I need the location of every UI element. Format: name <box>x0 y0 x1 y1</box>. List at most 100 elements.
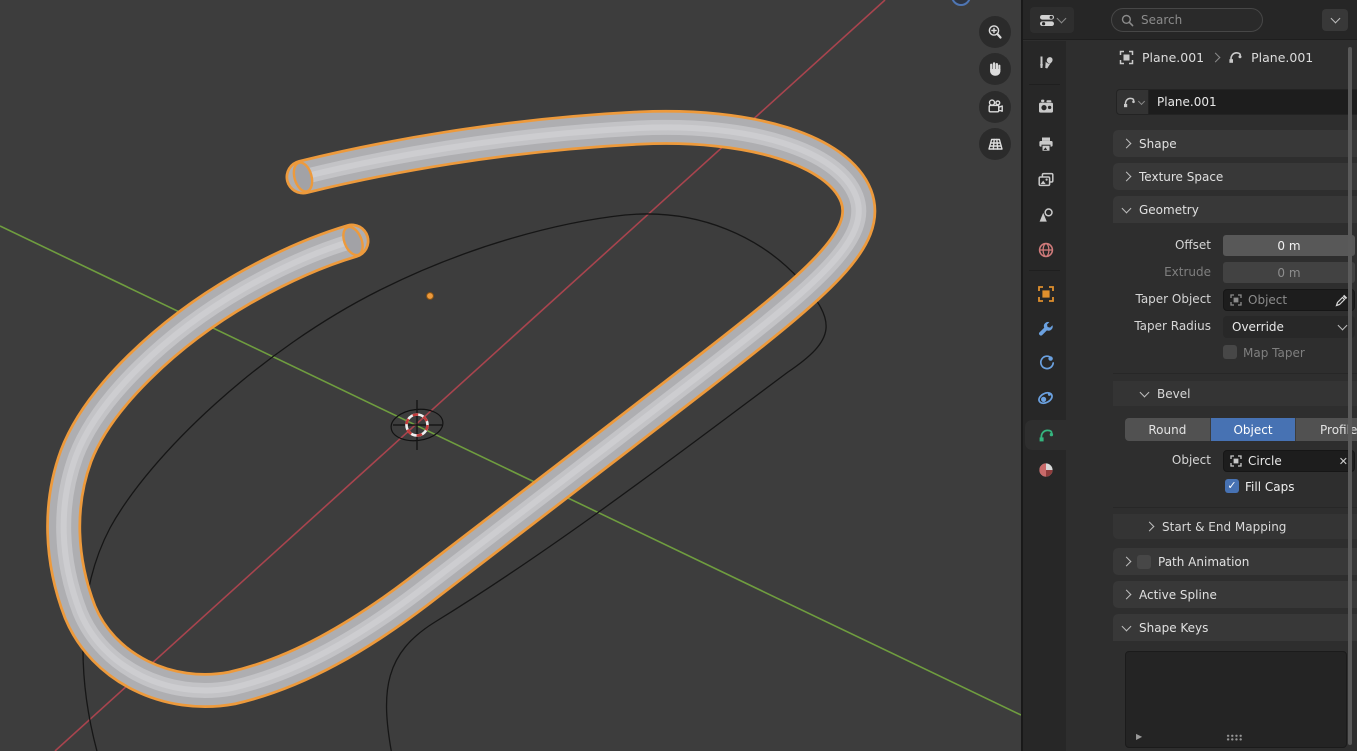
separator <box>1113 507 1357 508</box>
taper-radius-row: Taper Radius Override <box>1066 316 1354 338</box>
taper-object-label: Taper Object <box>1113 292 1211 306</box>
id-name-row: Plane.001 <box>1066 89 1354 115</box>
orthographic-toggle-button[interactable] <box>979 128 1011 160</box>
tab-modifiers[interactable] <box>1025 314 1066 344</box>
extrude-label: Extrude <box>1113 265 1211 279</box>
fill-caps-row: ✓ Fill Caps <box>1066 478 1354 496</box>
tab-material[interactable] <box>1025 455 1066 485</box>
tab-constraints[interactable] <box>1025 383 1066 413</box>
subpanel-start-end-mapping[interactable]: Start & End Mapping <box>1113 514 1357 539</box>
tab-object-data-curve[interactable] <box>1025 420 1066 450</box>
3d-viewport[interactable] <box>0 0 1021 751</box>
offset-row: Offset 0 m <box>1066 235 1354 256</box>
search-input[interactable]: Search <box>1111 8 1263 32</box>
tab-render[interactable] <box>1025 91 1066 121</box>
object-icon <box>1230 455 1242 467</box>
nav-gizmo-partial[interactable] <box>952 0 970 5</box>
bevel-object-field[interactable]: Circle ✕ <box>1223 450 1355 472</box>
panel-title: Geometry <box>1139 203 1199 217</box>
breadcrumb-data[interactable]: Plane.001 <box>1251 50 1313 65</box>
grid-perspective-icon <box>986 135 1005 154</box>
eyedropper-icon[interactable] <box>1335 294 1348 307</box>
shape-keys-list[interactable]: ▶ <box>1125 651 1347 748</box>
bevel-object-row: Object Circle ✕ <box>1066 450 1354 472</box>
curve-data-icon <box>1122 95 1136 109</box>
tab-output[interactable] <box>1025 129 1066 159</box>
properties-editor: Search <box>1021 0 1357 751</box>
taper-object-placeholder: Object <box>1248 293 1329 307</box>
list-resize-grip[interactable] <box>1226 734 1242 741</box>
object-icon <box>1230 294 1242 306</box>
extrude-field[interactable]: 0 m <box>1223 262 1355 283</box>
world-globe-icon <box>1037 241 1055 259</box>
id-type-button[interactable] <box>1116 89 1149 115</box>
taper-radius-value: Override <box>1232 320 1339 334</box>
chevron-down-icon <box>1057 14 1067 24</box>
subpanel-title: Bevel <box>1157 387 1190 401</box>
breadcrumb-object[interactable]: Plane.001 <box>1142 50 1204 65</box>
tab-separator <box>1029 84 1060 85</box>
curve-data-icon <box>1227 49 1243 65</box>
offset-field[interactable]: 0 m <box>1223 235 1355 256</box>
object-icon <box>1037 285 1055 303</box>
wire-curve-object[interactable] <box>83 214 826 751</box>
fill-caps-label: Fill Caps <box>1245 480 1294 494</box>
panel-texture-space[interactable]: Texture Space <box>1113 163 1357 190</box>
physics-icon <box>1037 354 1055 372</box>
bevel-mode-round[interactable]: Round <box>1125 418 1211 441</box>
chevron-right-icon <box>1122 590 1132 600</box>
editor-type-button[interactable] <box>1030 7 1074 33</box>
chevron-right-icon <box>1122 139 1132 149</box>
taper-object-field[interactable]: Object <box>1223 289 1355 311</box>
properties-tab-strip <box>1023 41 1066 751</box>
panel-path-animation[interactable]: Path Animation <box>1113 548 1357 575</box>
datablock-name-value: Plane.001 <box>1157 95 1217 109</box>
bevel-mode-object[interactable]: Object <box>1211 418 1297 441</box>
zoom-gizmo-button[interactable] <box>979 16 1011 48</box>
chevron-down-icon <box>1137 97 1144 104</box>
tab-object[interactable] <box>1025 279 1066 309</box>
map-taper-checkbox[interactable] <box>1223 345 1237 359</box>
bevel-object-label: Object <box>1113 453 1211 467</box>
tab-tool[interactable] <box>1025 47 1066 77</box>
render-icon <box>1037 98 1055 115</box>
pan-gizmo-button[interactable] <box>979 53 1011 85</box>
panel-geometry[interactable]: Geometry <box>1113 196 1357 223</box>
offset-label: Offset <box>1113 238 1211 252</box>
object-icon <box>1119 50 1134 65</box>
wrench-icon <box>1037 320 1055 338</box>
tab-scene[interactable] <box>1025 200 1066 230</box>
subpanel-bevel[interactable]: Bevel <box>1113 381 1357 406</box>
offset-value: 0 m <box>1277 239 1300 253</box>
clear-icon[interactable]: ✕ <box>1339 455 1348 468</box>
fill-caps-checkbox[interactable]: ✓ <box>1225 479 1239 493</box>
chevron-right-icon <box>1122 172 1132 182</box>
filter-dropdown-button[interactable] <box>1322 9 1348 31</box>
chevron-right-icon <box>1145 522 1155 532</box>
scrollbar[interactable] <box>1348 47 1352 745</box>
tool-icon <box>1037 54 1054 71</box>
tab-world[interactable] <box>1025 235 1066 265</box>
datablock-name-input[interactable]: Plane.001 <box>1149 89 1357 115</box>
camera-icon <box>986 98 1005 117</box>
filter-expand-icon[interactable]: ▶ <box>1136 732 1142 741</box>
tab-view-layer[interactable] <box>1025 165 1066 195</box>
chevron-right-icon <box>1211 52 1221 62</box>
panel-shape-keys[interactable]: Shape Keys <box>1113 614 1357 641</box>
panel-active-spline[interactable]: Active Spline <box>1113 581 1357 608</box>
panel-shape[interactable]: Shape <box>1113 130 1357 157</box>
extrude-row: Extrude 0 m <box>1066 262 1354 283</box>
panel-title: Active Spline <box>1139 588 1217 602</box>
taper-radius-dropdown[interactable]: Override <box>1223 316 1355 338</box>
blender-window: Search <box>0 0 1357 751</box>
object-origin-dot[interactable] <box>427 293 434 300</box>
camera-view-gizmo-button[interactable] <box>979 91 1011 123</box>
properties-header: Search <box>1023 0 1357 40</box>
tab-separator <box>1029 270 1060 271</box>
path-animation-checkbox[interactable] <box>1137 555 1151 569</box>
extrude-value: 0 m <box>1277 266 1300 280</box>
constraints-icon <box>1036 389 1055 407</box>
map-taper-label: Map Taper <box>1243 346 1305 360</box>
tab-physics[interactable] <box>1025 348 1066 378</box>
chevron-down-icon <box>1122 621 1132 631</box>
